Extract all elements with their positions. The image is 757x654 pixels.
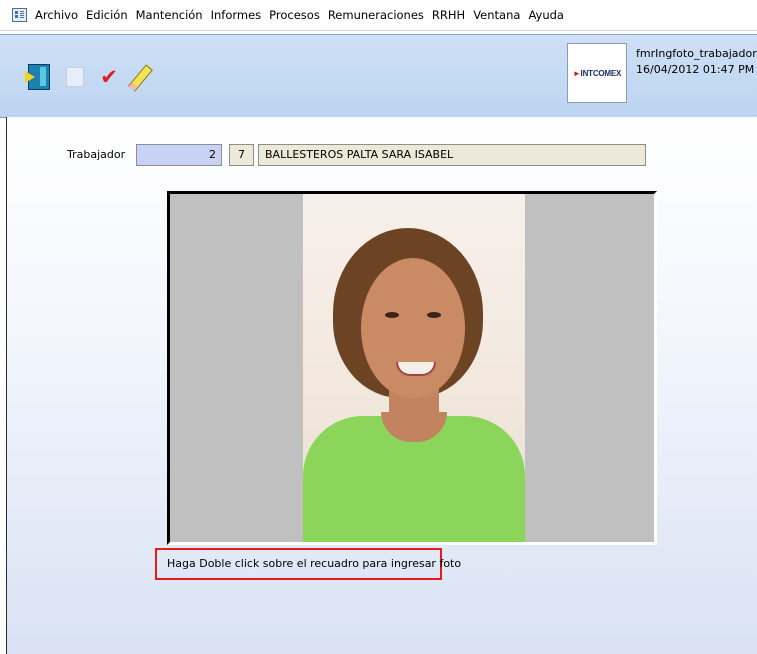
menu-ayuda[interactable]: Ayuda [524, 0, 568, 30]
photo-eye-left [385, 312, 399, 318]
photo-hint: Haga Doble click sobre el recuadro para … [155, 548, 461, 580]
company-logo-text: ►INTCOMEX [572, 68, 622, 78]
menu-mantencion[interactable]: Mantención [132, 0, 207, 30]
menu-edicion[interactable]: Edición [82, 0, 132, 30]
exit-button[interactable] [25, 63, 53, 91]
menu-rrhh[interactable]: RRHH [428, 0, 469, 30]
pencil-icon [128, 64, 153, 92]
check-digit-field: 7 [229, 144, 254, 166]
menu-ventana[interactable]: Ventana [469, 0, 524, 30]
photo-eye-right [427, 312, 441, 318]
menu-procesos[interactable]: Procesos [265, 0, 324, 30]
photo-shirt [303, 412, 525, 542]
menu-archivo[interactable]: Archivo [31, 0, 82, 30]
edit-button[interactable] [125, 63, 153, 92]
disabled-document-button [63, 63, 91, 91]
window-menu-icon[interactable] [12, 8, 27, 22]
worker-name-field: BALLESTEROS PALTA SARA ISABEL [258, 144, 646, 166]
form-name-label: fmrIngfoto_trabajador [636, 47, 757, 60]
exit-arrow-icon [25, 71, 35, 83]
confirm-button[interactable]: ✔ [95, 63, 123, 91]
worker-number-field[interactable]: 2 [136, 144, 222, 166]
disabled-document-icon [66, 67, 84, 87]
menu-informes[interactable]: Informes [207, 0, 266, 30]
red-check-icon: ✔ [100, 65, 118, 89]
menu-remuneraciones[interactable]: Remuneraciones [324, 0, 428, 30]
worker-label: Trabajador [67, 148, 126, 161]
datetime-label: 16/04/2012 01:47 PM [636, 63, 755, 76]
toolbar: ✔ ►INTCOMEX fmrIngfoto_trabajador 16/04/… [0, 34, 757, 118]
menu-bar: Archivo Edición Mantención Informes Proc… [0, 0, 757, 31]
photo-frame[interactable] [167, 191, 657, 545]
company-logo: ►INTCOMEX [567, 43, 627, 103]
form-content: Trabajador 2 7 BALLESTEROS PALTA SARA IS… [6, 117, 757, 654]
worker-photo [303, 194, 525, 542]
photo-face [361, 258, 465, 398]
